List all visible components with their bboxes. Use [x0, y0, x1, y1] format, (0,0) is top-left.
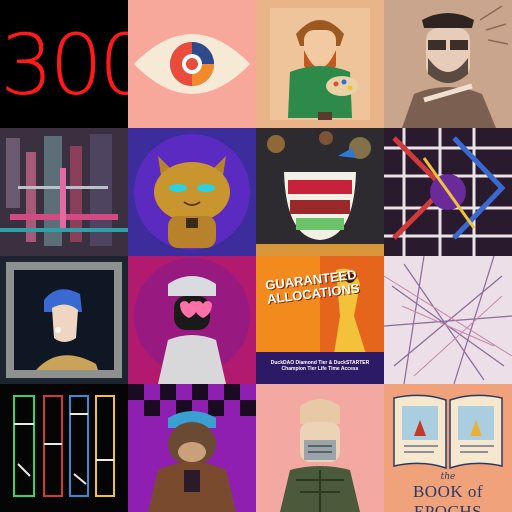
tile-16-the: the: [440, 472, 456, 482]
nft-tile-geometric[interactable]: [384, 128, 512, 256]
pixel-glyphs-image: [0, 384, 128, 512]
tile-16-title: BOOK of EPOCHS: [412, 482, 484, 512]
nft-tile-pearl-girl[interactable]: [0, 256, 128, 384]
nft-tile-scribble[interactable]: [384, 256, 512, 384]
nft-tile-glitch-city[interactable]: [0, 128, 128, 256]
nft-tile-heart-glasses[interactable]: [128, 256, 256, 384]
nft-tile-bowl[interactable]: [256, 128, 384, 256]
heart-glasses-character-image: [128, 256, 256, 384]
nft-tile-pixel-glyphs[interactable]: [0, 384, 128, 512]
glitch-city-image: [0, 128, 128, 256]
nft-tile-300[interactable]: 300: [0, 0, 128, 128]
robot-man-image: [256, 384, 384, 512]
sepia-man-image: [384, 0, 512, 128]
nft-tile-lucky-cat[interactable]: [128, 128, 256, 256]
pearl-girl-image: [0, 256, 128, 384]
nft-gallery-grid: 300 GUARANTEED ALLOCATIONS DuckDAO Diamo…: [0, 0, 512, 512]
nft-tile-guaranteed-allocations[interactable]: GUARANTEED ALLOCATIONS DuckDAO Diamond T…: [256, 256, 384, 384]
nft-tile-book-of-epochs[interactable]: the BOOK of EPOCHS: [384, 384, 512, 512]
lucky-cat-image: [128, 128, 256, 256]
tile-11-subtitle: DuckDAO Diamond Tier & DuckSTARTER Champ…: [270, 360, 370, 372]
nft-tile-eye[interactable]: [128, 0, 256, 128]
scribble-abstract-image: [384, 256, 512, 384]
nft-tile-painter[interactable]: [256, 0, 384, 128]
nft-tile-ape-fur[interactable]: [128, 384, 256, 512]
geometric-abstract-image: [384, 128, 512, 256]
eye-icon: [134, 34, 250, 94]
nft-tile-sepia-man[interactable]: [384, 0, 512, 128]
tile-300-text: 300: [0, 16, 128, 114]
pixel-bowl-image: [256, 128, 384, 256]
painter-portrait-image: [256, 0, 384, 128]
ape-fur-coat-image: [128, 384, 256, 512]
nft-tile-robot-man[interactable]: [256, 384, 384, 512]
